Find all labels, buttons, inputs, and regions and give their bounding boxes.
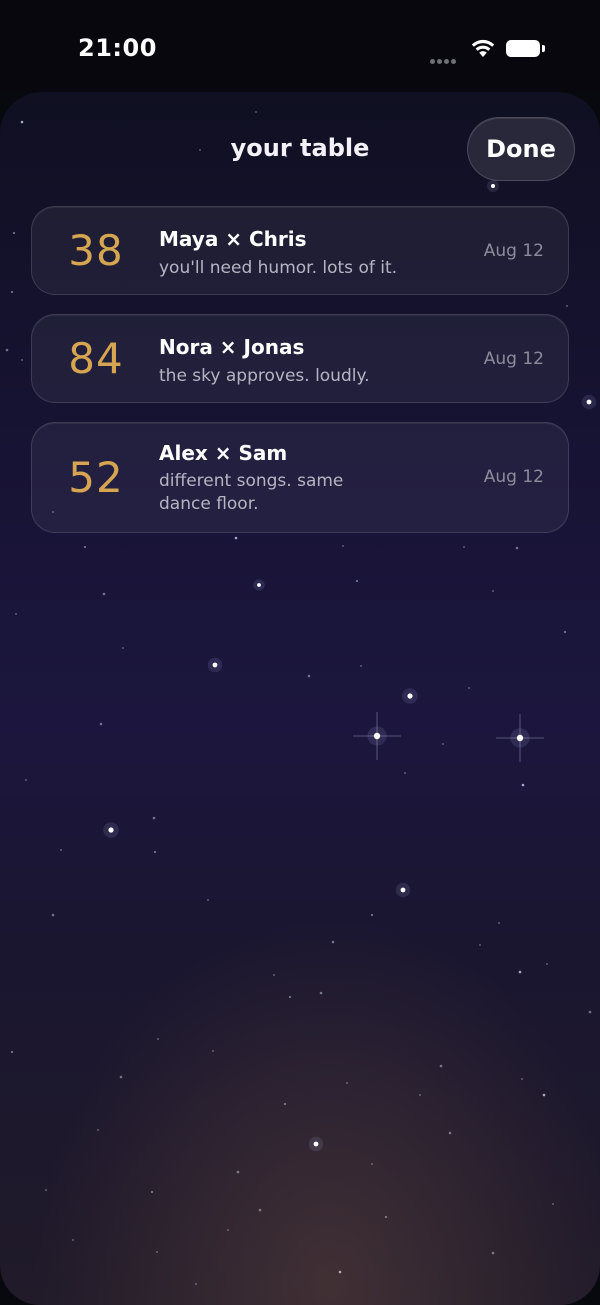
match-names: Maya × Chris [159,227,307,251]
star-icon [402,688,418,704]
star-icon [521,783,525,787]
match-message: different songs. same dance floor. [159,471,344,514]
star-icon [581,394,597,410]
star-icon [13,232,15,234]
star-icon [546,963,548,965]
star-icon [227,1229,229,1231]
match-message: the sky approves. loudly. [159,366,370,386]
star-icon [491,1251,495,1255]
star-icon [154,851,156,853]
star-icon [25,779,27,781]
star-icon [212,1050,214,1052]
star-icon [419,1094,421,1096]
status-bar: 21:00 [0,0,600,92]
star-icon [353,712,401,760]
star-icon [289,996,291,998]
match-date: Aug 12 [483,467,544,487]
star-icon [156,1251,158,1253]
star-icon [15,613,17,615]
battery-icon [506,40,545,57]
wifi-icon [471,39,495,57]
star-icon [60,849,62,851]
star-icon [356,580,358,582]
star-icon [11,1051,13,1053]
star-icon [518,970,522,974]
star-icon [97,1129,99,1131]
star-icon [498,922,500,924]
star-icon [566,305,568,307]
star-icon [515,546,519,550]
star-icon [234,536,238,540]
match-card[interactable]: 52 Alex × Sam different songs. same danc… [31,422,569,533]
star-icon [119,1075,123,1079]
star-icon [255,111,257,113]
star-icon [360,665,362,667]
star-icon [552,1203,554,1205]
match-message: you'll need humor. lots of it. [159,258,398,278]
star-icon [395,882,411,898]
star-icon [468,687,470,689]
signal-icon [430,49,460,64]
star-icon [307,674,311,678]
star-icon [385,1216,387,1218]
star-icon [346,1082,348,1084]
match-date: Aug 12 [483,349,544,369]
star-icon [72,1239,74,1241]
star-icon [521,1078,523,1080]
star-icon [496,714,544,762]
star-icon [195,1283,197,1285]
star-icon [371,914,373,916]
star-icon [448,1131,452,1135]
table-sheet: your table Done 38 Maya × Chris you'll n… [0,92,600,1305]
star-icon [487,180,499,192]
star-icon [236,1170,240,1174]
star-icon [308,1136,324,1152]
star-icon [84,546,86,548]
star-icon [479,944,481,946]
match-score: 38 [68,226,124,275]
star-icon [284,1103,286,1105]
star-icon [151,1191,153,1193]
match-score: 52 [68,453,124,502]
star-icon [51,913,55,917]
star-icon [542,1093,546,1097]
done-button[interactable]: Done [467,117,575,181]
status-time: 21:00 [78,34,157,62]
star-icon [253,579,265,591]
star-icon [404,772,406,774]
star-icon [319,991,323,995]
star-icon [122,647,124,649]
star-icon [102,592,106,596]
star-icon [152,816,156,820]
star-icon [157,1038,159,1040]
star-icon [371,1163,373,1165]
star-icon [273,974,275,976]
star-icon [463,546,465,548]
star-icon [331,940,335,944]
star-icon [45,1189,47,1191]
star-icon [258,1208,262,1212]
match-card[interactable]: 38 Maya × Chris you'll need humor. lots … [31,206,569,295]
star-icon [21,359,23,361]
star-icon [207,899,209,901]
star-icon [99,722,103,726]
match-score: 84 [68,334,124,383]
screen: 21:00 your table Done 38 Maya × Chris yo… [0,0,600,1305]
match-names: Alex × Sam [159,441,288,465]
star-icon [442,743,444,745]
star-icon [588,1010,592,1014]
star-icon [20,120,24,124]
star-icon [5,348,9,352]
star-icon [103,822,119,838]
match-date: Aug 12 [483,241,544,261]
star-icon [564,631,566,633]
star-icon [342,545,344,547]
star-icon [207,657,223,673]
match-card[interactable]: 84 Nora × Jonas the sky approves. loudly… [31,314,569,403]
match-names: Nora × Jonas [159,335,305,359]
star-icon [11,291,13,293]
star-icon [338,1270,342,1274]
star-icon [492,590,494,592]
star-icon [439,1064,443,1068]
